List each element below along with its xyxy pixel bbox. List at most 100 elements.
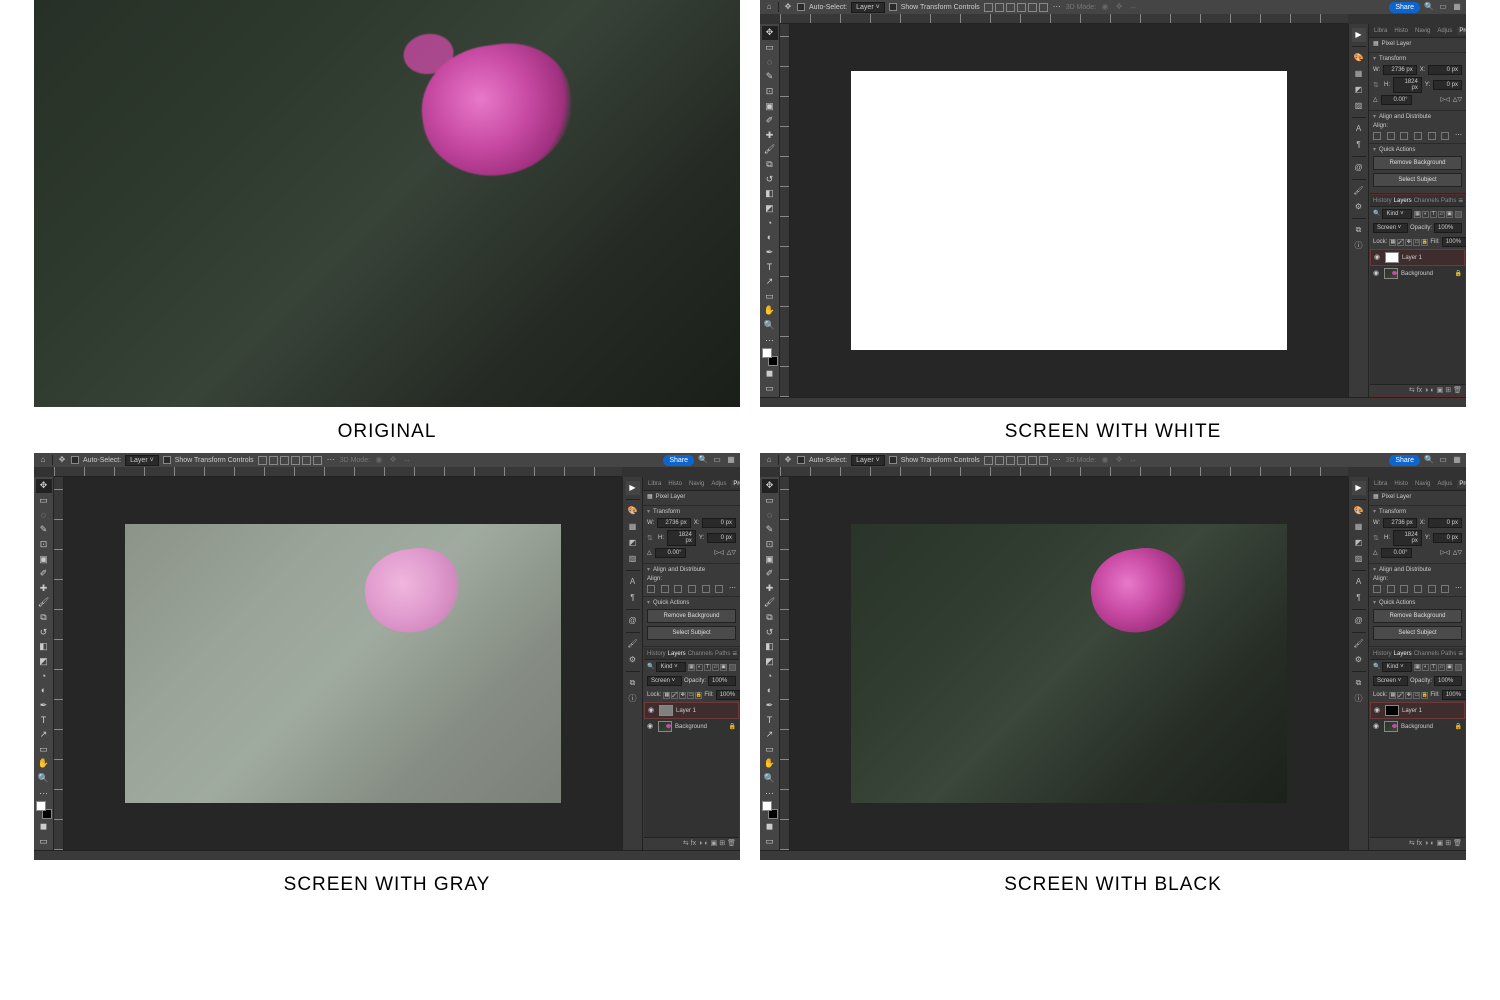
lock-pos-icon[interactable]: ✥ xyxy=(679,692,686,699)
align-vcenter-btn[interactable] xyxy=(1428,132,1436,140)
new-layer-icon[interactable]: ⊞ xyxy=(1445,840,1451,847)
edit-toolbar[interactable]: ⋯ xyxy=(36,786,52,800)
color-panel-icon[interactable]: 🎨 xyxy=(1352,504,1366,518)
swatches-panel-icon[interactable]: ▦ xyxy=(1352,520,1366,534)
align-left-icon[interactable] xyxy=(984,456,993,465)
align-center-h-icon[interactable] xyxy=(269,456,278,465)
eraser-tool[interactable]: ◧ xyxy=(762,640,778,654)
layers-menu-icon[interactable]: ≡ xyxy=(1458,650,1463,658)
auto-select-checkbox[interactable] xyxy=(71,456,79,464)
brush-settings-panel-icon[interactable]: ⚙ xyxy=(1352,200,1366,214)
tab-adjustments[interactable]: Adjus xyxy=(709,480,728,488)
gradient-tool[interactable]: ◩ xyxy=(762,655,778,669)
align-right-icon[interactable] xyxy=(1006,3,1015,12)
paragraph-panel-icon[interactable]: ¶ xyxy=(626,591,640,605)
more-icon[interactable]: ⋯ xyxy=(1052,455,1062,465)
history-brush-tool[interactable]: ↺ xyxy=(762,625,778,639)
align-right-icon[interactable] xyxy=(1006,456,1015,465)
flip-h-icon[interactable]: ▷◁ xyxy=(1441,97,1450,103)
align-right-btn[interactable] xyxy=(674,585,682,593)
align-bottom-btn[interactable] xyxy=(1441,132,1449,140)
healing-tool[interactable]: ✚ xyxy=(36,581,52,595)
workspace-icon[interactable]: ▭ xyxy=(1438,2,1448,12)
opacity-field[interactable]: 100% xyxy=(1434,676,1462,686)
fx-icon[interactable]: fx xyxy=(691,840,696,847)
layer-name[interactable]: Background xyxy=(1401,724,1433,730)
visibility-toggle[interactable]: ◉ xyxy=(1373,270,1381,277)
blend-mode-dropdown[interactable]: Screen ˅ xyxy=(1373,223,1408,233)
align-top-icon[interactable] xyxy=(1017,456,1026,465)
link-wh-icon[interactable]: ⇅ xyxy=(647,531,655,545)
lock-icon[interactable]: 🔒 xyxy=(1455,271,1462,277)
remove-background-button[interactable]: Remove Background xyxy=(1373,156,1462,170)
eyedropper-tool[interactable]: ✐ xyxy=(762,567,778,581)
align-more-icon[interactable]: ⋯ xyxy=(1455,585,1462,593)
height-field[interactable]: 1824 px xyxy=(1393,77,1422,93)
opacity-field[interactable]: 100% xyxy=(1434,223,1462,233)
move-tool-icon[interactable]: ✥ xyxy=(57,455,67,465)
filter-toggle[interactable] xyxy=(1455,664,1462,671)
path-select-tool[interactable]: ↗ xyxy=(762,728,778,742)
tab-histogram[interactable]: Histo xyxy=(1392,27,1410,35)
layer-thumb[interactable] xyxy=(658,721,672,732)
layer-thumb[interactable] xyxy=(1384,268,1398,279)
link-layers-icon[interactable]: ⇆ xyxy=(683,840,689,847)
visibility-toggle[interactable]: ◉ xyxy=(1373,723,1381,730)
layers-menu-icon[interactable]: ≡ xyxy=(732,650,737,658)
move-tool[interactable]: ✥ xyxy=(762,479,778,493)
arrange-icon[interactable]: ▦ xyxy=(1452,455,1462,465)
color-swatches[interactable] xyxy=(762,348,778,366)
align-top-btn[interactable] xyxy=(1414,585,1422,593)
align-top-icon[interactable] xyxy=(291,456,300,465)
clone-tool[interactable]: ⧉ xyxy=(762,611,778,625)
brushes-panel-icon[interactable]: 🖌 xyxy=(1352,184,1366,198)
clone-source-panel-icon[interactable]: ⧉ xyxy=(1352,676,1366,690)
link-wh-icon[interactable]: ⇅ xyxy=(1373,78,1381,92)
filter-kind-dropdown[interactable]: Kind ˅ xyxy=(1382,662,1412,672)
flip-v-icon[interactable]: △▽ xyxy=(1453,550,1462,556)
move-tool[interactable]: ✥ xyxy=(36,479,52,493)
filter-kind-dropdown[interactable]: Kind ˅ xyxy=(656,662,686,672)
mask-icon[interactable]: ◑ xyxy=(1424,840,1428,847)
align-center-h-icon[interactable] xyxy=(995,3,1004,12)
blur-tool[interactable]: ◔ xyxy=(36,669,52,683)
shape-tool[interactable]: ▭ xyxy=(762,290,778,304)
filter-smart-icon[interactable]: ▣ xyxy=(720,664,727,671)
align-center-h-icon[interactable] xyxy=(995,456,1004,465)
height-field[interactable]: 1824 px xyxy=(667,530,696,546)
filter-shape-icon[interactable]: ▱ xyxy=(712,664,719,671)
color-panel-icon[interactable]: 🎨 xyxy=(1352,51,1366,65)
clone-tool[interactable]: ⧉ xyxy=(36,611,52,625)
layer-thumb[interactable] xyxy=(659,705,673,716)
home-icon[interactable]: ⌂ xyxy=(764,455,774,465)
align-bottom-icon[interactable] xyxy=(313,456,322,465)
path-select-tool[interactable]: ↗ xyxy=(762,275,778,289)
height-field[interactable]: 1824 px xyxy=(1393,530,1422,546)
home-icon[interactable]: ⌂ xyxy=(764,2,774,12)
align-left-btn[interactable] xyxy=(647,585,655,593)
gradients-panel-icon[interactable]: ◩ xyxy=(1352,536,1366,550)
layer-row-background[interactable]: ◉ Background 🔒 xyxy=(1370,266,1465,281)
frame-tool[interactable]: ▣ xyxy=(762,99,778,113)
auto-select-dropdown[interactable]: Layer ˅ xyxy=(125,455,159,466)
y-field[interactable]: 0 px xyxy=(1433,80,1462,90)
canvas[interactable] xyxy=(851,524,1286,804)
canvas-area[interactable] xyxy=(790,24,1348,397)
info-panel-icon[interactable]: ⓘ xyxy=(626,692,640,706)
align-vcenter-btn[interactable] xyxy=(702,585,710,593)
tab-adjustments[interactable]: Adjus xyxy=(1435,27,1454,35)
info-panel-icon[interactable]: ⓘ xyxy=(1352,239,1366,253)
filter-smart-icon[interactable]: ▣ xyxy=(1446,211,1453,218)
eyedropper-tool[interactable]: ✐ xyxy=(36,567,52,581)
select-subject-button[interactable]: Select Subject xyxy=(1373,173,1462,187)
gradient-tool[interactable]: ◩ xyxy=(762,202,778,216)
align-bottom-btn[interactable] xyxy=(715,585,723,593)
canvas-area[interactable] xyxy=(790,477,1348,850)
y-field[interactable]: 0 px xyxy=(707,533,736,543)
tab-paths[interactable]: Paths xyxy=(715,651,730,657)
layer-row-1[interactable]: ◉ Layer 1 xyxy=(1370,702,1465,719)
home-icon[interactable]: ⌂ xyxy=(38,455,48,465)
quick-mask[interactable]: ◼ xyxy=(762,367,778,381)
align-center-v-icon[interactable] xyxy=(1028,456,1037,465)
marquee-tool[interactable]: ▭ xyxy=(36,494,52,508)
